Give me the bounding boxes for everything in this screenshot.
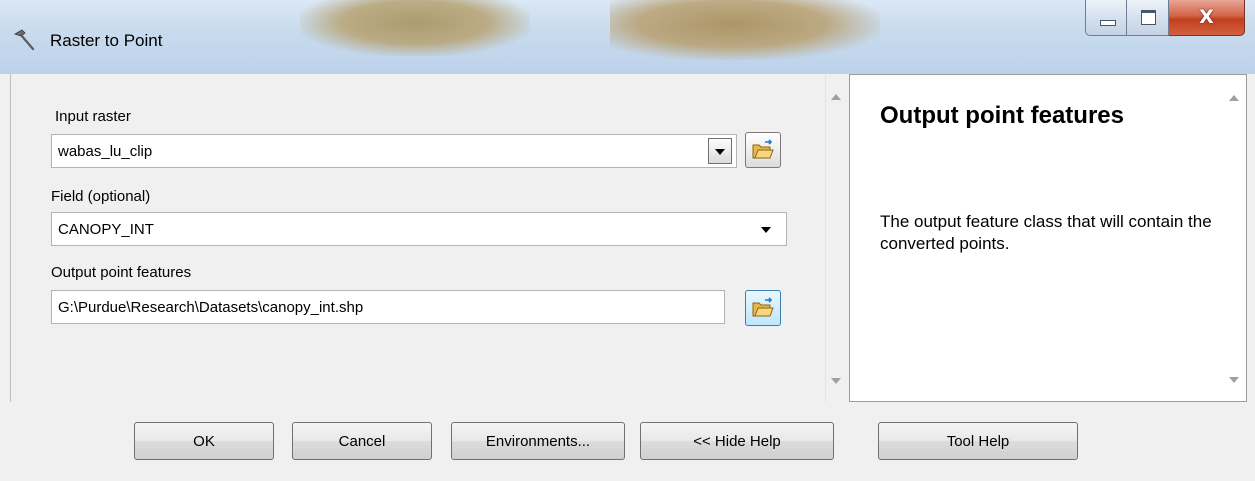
dialog-body: Input raster wabas_lu_clip Field (option…	[0, 74, 1255, 481]
output-label: Output point features	[51, 264, 192, 281]
scroll-up-icon[interactable]	[831, 94, 841, 100]
minimize-button[interactable]	[1085, 0, 1127, 36]
background-blur	[610, 0, 880, 60]
scroll-up-icon[interactable]	[1229, 95, 1239, 101]
input-raster-dropdown-button[interactable]	[708, 138, 732, 164]
window-controls: X	[1085, 0, 1245, 44]
field-combo[interactable]: CANOPY_INT	[51, 212, 787, 246]
field-dropdown-icon[interactable]	[754, 216, 778, 242]
window-title: Raster to Point	[50, 31, 163, 50]
input-raster-browse-button[interactable]	[745, 132, 781, 168]
field-value: CANOPY_INT	[58, 220, 154, 238]
input-raster-label: Input raster	[55, 108, 131, 125]
scroll-down-icon[interactable]	[1229, 377, 1239, 383]
environments-button[interactable]: Environments...	[451, 422, 625, 460]
parameters-pane: Input raster wabas_lu_clip Field (option…	[10, 74, 847, 402]
close-icon: X	[1199, 6, 1214, 28]
help-body: The output feature class that will conta…	[880, 212, 1212, 253]
background-blur	[300, 0, 530, 56]
help-title: Output point features	[880, 102, 1124, 129]
maximize-button[interactable]	[1127, 0, 1169, 36]
title-bar[interactable]: Raster to Point X	[0, 0, 1255, 74]
parameters-scrollbar[interactable]	[825, 74, 847, 402]
open-folder-icon	[752, 297, 774, 317]
scroll-down-icon[interactable]	[831, 378, 841, 384]
help-scrollbar[interactable]	[1224, 75, 1246, 401]
output-path-value: G:\Purdue\Research\Datasets\canopy_int.s…	[58, 298, 364, 316]
ok-button[interactable]: OK	[134, 422, 274, 460]
output-browse-button[interactable]	[745, 290, 781, 326]
hide-help-button[interactable]: << Hide Help	[640, 422, 834, 460]
output-path-input[interactable]: G:\Purdue\Research\Datasets\canopy_int.s…	[51, 290, 725, 324]
tool-help-button[interactable]: Tool Help	[878, 422, 1078, 460]
close-button[interactable]: X	[1169, 0, 1245, 36]
hammer-icon	[14, 29, 35, 51]
input-raster-combo[interactable]: wabas_lu_clip	[51, 134, 737, 168]
input-raster-value: wabas_lu_clip	[58, 142, 153, 160]
help-pane: Output point features The output feature…	[849, 74, 1247, 402]
field-label: Field (optional)	[51, 188, 151, 205]
cancel-button[interactable]: Cancel	[292, 422, 432, 460]
button-row: OK Cancel Environments... << Hide Help T…	[0, 402, 1255, 481]
open-folder-icon	[752, 139, 774, 159]
